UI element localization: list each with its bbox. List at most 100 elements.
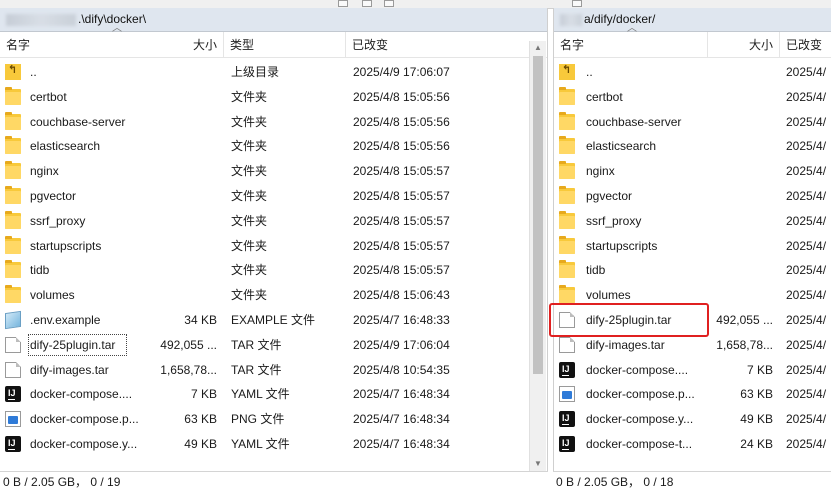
file-row[interactable]: certbot 2025/4/ (554, 85, 831, 109)
file-row[interactable]: volumes 文件夹 2025/4/8 15:06:43 (0, 283, 547, 307)
toolbar-icon[interactable] (572, 0, 582, 7)
file-modified: 2025/4/ (786, 213, 827, 228)
scrollbar-thumb[interactable] (533, 56, 543, 374)
toolbar-icon[interactable] (384, 0, 394, 7)
folder-icon (559, 210, 575, 229)
file-row[interactable]: pgvector 2025/4/ (554, 184, 831, 208)
file-modified: 2025/4/9 17:06:04 (353, 337, 450, 352)
file-row[interactable]: tidb 2025/4/ (554, 258, 831, 282)
file-icon (559, 336, 575, 353)
file-icon (5, 361, 21, 378)
column-header-name[interactable]: 名字 ︿ (554, 24, 708, 57)
folder-icon (5, 186, 21, 204)
file-modified: 2025/4/ (786, 65, 827, 79)
file-type: PNG 文件 (231, 412, 285, 427)
file-name: elasticsearch (586, 139, 657, 154)
file-modified: 2025/4/ (786, 337, 827, 352)
file-row[interactable]: ↰.. 2025/4/ (554, 60, 831, 84)
file-size: 1,658,78... (160, 362, 217, 377)
file-row[interactable]: IJ docker-compose-t... 24 KB 2025/4/ (554, 432, 831, 456)
file-size (708, 234, 773, 258)
file-name: .. (586, 65, 593, 79)
file-size: 1,658,78... (716, 337, 773, 352)
file-modified: 2025/4/ (786, 139, 827, 154)
file-row[interactable]: IJ docker-compose.y... 49 KB YAML 文件 2025/4/… (0, 432, 547, 456)
file-type: 文件夹 (231, 164, 268, 179)
env-file-icon (5, 310, 21, 330)
folder-icon (5, 86, 21, 105)
up-folder-icon: ↰ (5, 64, 21, 80)
intellij-icon: IJ (3, 434, 21, 452)
file-modified: 2025/4/ (786, 89, 827, 104)
file-row[interactable]: IJ docker-compose.... 7 KB YAML 文件 2025/4/7 … (0, 382, 547, 406)
file-row[interactable]: IJ docker-compose.... 7 KB 2025/4/ (554, 358, 831, 382)
file-name: docker-compose.y... (30, 437, 138, 451)
file-row[interactable]: startupscripts 文件夹 2025/4/8 15:05:57 (0, 234, 547, 258)
file-name: docker-compose.... (30, 387, 133, 402)
folder-icon (559, 285, 575, 304)
column-header-modified[interactable]: 已改变 (780, 32, 831, 57)
file-row[interactable]: nginx 2025/4/ (554, 159, 831, 183)
file-modified: 2025/4/7 16:48:34 (353, 412, 450, 427)
folder-icon (5, 235, 21, 254)
scroll-up-arrow-icon[interactable]: ▲ (530, 41, 546, 55)
folder-icon (5, 210, 21, 229)
file-size: 49 KB (184, 437, 217, 451)
file-type: 文件夹 (231, 89, 268, 104)
toolbar-icon[interactable] (338, 0, 348, 7)
local-scrollbar[interactable]: ▲ ▼ (529, 41, 546, 471)
file-size (708, 209, 773, 233)
file-row[interactable]: nginx 文件夹 2025/4/8 15:05:57 (0, 159, 547, 183)
file-modified: 2025/4/ (786, 238, 827, 253)
file-row[interactable]: ssrf_proxy 文件夹 2025/4/8 15:05:57 (0, 209, 547, 233)
file-modified: 2025/4/ (786, 387, 827, 402)
file-size (152, 60, 217, 84)
remote-column-headers: 名字 ︿ 大小 已改变 (554, 24, 831, 58)
highlight-box (549, 303, 709, 337)
file-row[interactable]: IJ docker-compose.y... 49 KB 2025/4/ (554, 407, 831, 431)
file-modified: 2025/4/ (786, 189, 827, 203)
remote-path-bar[interactable]: a/dify/docker/ (554, 8, 831, 32)
file-size: 49 KB (740, 412, 773, 427)
file-row[interactable]: couchbase-server 文件夹 2025/4/8 15:05:56 (0, 110, 547, 134)
file-row[interactable]: docker-compose.p... 63 KB PNG 文件 2025/4/7 1… (0, 407, 547, 431)
local-column-headers: 名字 ︿ 大小 类型 已改变 (0, 24, 547, 58)
file-row[interactable]: pgvector 文件夹 2025/4/8 15:05:57 (0, 184, 547, 208)
file-type: 文件夹 (231, 288, 268, 303)
toolbar-icon[interactable] (362, 0, 372, 7)
file-icon (5, 336, 21, 353)
file-name: nginx (30, 164, 59, 179)
file-row[interactable]: tidb 文件夹 2025/4/8 15:05:57 (0, 258, 547, 282)
remote-path-text: a/dify/docker/ (584, 12, 656, 26)
file-type: YAML 文件 (231, 387, 290, 402)
file-size (152, 283, 217, 307)
file-row[interactable]: .env.example 34 KB EXAMPLE 文件 2025/4/7 16:4… (0, 308, 547, 332)
file-row[interactable]: docker-compose.p... 63 KB 2025/4/ (554, 382, 831, 406)
file-row[interactable]: ↰.. 上级目录 2025/4/9 17:06:07 (0, 60, 547, 84)
file-modified: 2025/4/ (786, 437, 827, 451)
column-header-modified[interactable]: 已改变 (346, 32, 530, 57)
file-type: 文件夹 (231, 213, 268, 228)
file-row[interactable]: elasticsearch 2025/4/ (554, 134, 831, 158)
local-path-bar[interactable]: .\dify\docker\ (0, 8, 547, 32)
scroll-down-arrow-icon[interactable]: ▼ (530, 457, 546, 471)
file-modified: 2025/4/8 15:05:56 (353, 114, 450, 129)
file-row[interactable]: couchbase-server 2025/4/ (554, 110, 831, 134)
column-header-size[interactable]: 大小 (152, 32, 224, 57)
file-type: TAR 文件 (231, 337, 282, 352)
column-header-type[interactable]: 类型 (224, 32, 346, 57)
file-row[interactable]: dify-images.tar 1,658,78... TAR 文件 2025/4/8… (0, 358, 547, 382)
png-file-icon (5, 411, 21, 428)
file-name: startupscripts (586, 238, 658, 253)
file-modified: 2025/4/ (786, 164, 827, 179)
file-modified: 2025/4/8 15:05:56 (353, 139, 450, 154)
column-header-size[interactable]: 大小 (708, 32, 780, 57)
file-row[interactable]: startupscripts 2025/4/ (554, 234, 831, 258)
file-row[interactable]: elasticsearch 文件夹 2025/4/8 15:05:56 (0, 134, 547, 158)
file-modified: 2025/4/ (786, 412, 827, 427)
file-name: pgvector (30, 189, 77, 203)
file-row[interactable]: ssrf_proxy 2025/4/ (554, 209, 831, 233)
file-size (152, 209, 217, 233)
file-size (708, 283, 773, 307)
file-row[interactable]: certbot 文件夹 2025/4/8 15:05:56 (0, 85, 547, 109)
